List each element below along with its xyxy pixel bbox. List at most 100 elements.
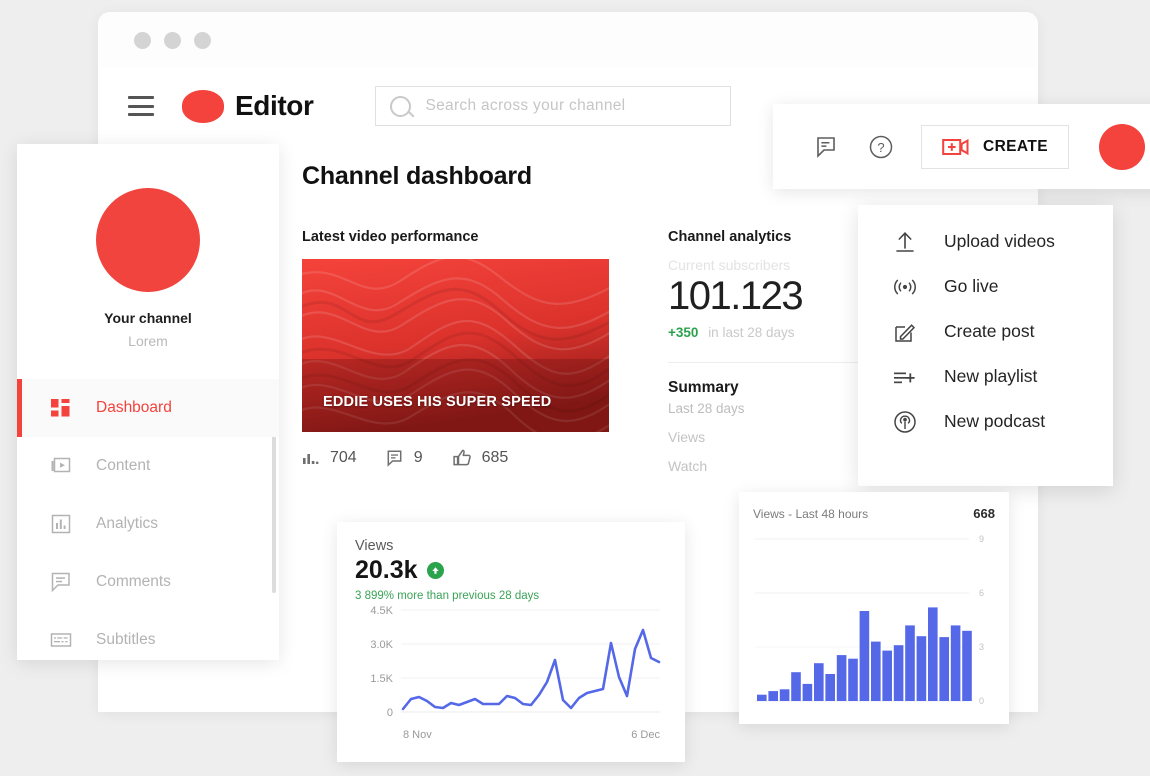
comment-icon [387,450,402,467]
header-actions-panel: ? CREATE [773,104,1150,189]
analytics-bars-icon [50,513,72,535]
svg-text:3: 3 [979,642,984,652]
sidebar-item-label: Comments [96,573,171,590]
hourly-views-bar-chart: 9 6 3 0 [755,534,984,706]
bar-chart-yticks: 9 6 3 0 [979,534,984,706]
line-chart-yticks: 4.5K 3.0K 1.5K 0 [370,605,393,719]
menu-item-label: New playlist [944,366,1038,386]
latest-video-card: Latest video performance EDDIE USES HIS … [302,229,622,474]
broadcast-icon [892,274,918,300]
feedback-icon[interactable] [813,133,841,161]
menu-item-create-post[interactable]: Create post [858,309,1113,354]
sidebar-item-dashboard[interactable]: Dashboard [17,379,279,437]
comments-bubble-icon [50,571,72,593]
content-video-icon [50,455,72,477]
latest-video-label: Latest video performance [302,229,479,245]
menu-item-go-live[interactable]: Go live [858,264,1113,309]
svg-text:6: 6 [979,588,984,598]
channel-name: Your channel [104,310,192,326]
bars-card-title: Views - Last 48 hours [753,507,869,521]
hamburger-icon[interactable] [128,96,154,116]
sidebar-item-label: Analytics [96,515,159,532]
svg-text:4.5K: 4.5K [370,605,393,617]
views-bars-icon [303,454,319,465]
svg-text:0: 0 [979,696,984,706]
window-minimize-dot[interactable] [164,31,181,49]
channel-sidebar: Your channel Lorem Dashboard Content Ana… [17,144,279,660]
sidebar-item-content[interactable]: Content [17,437,279,495]
bars-card-header: Views - Last 48 hours 668 [753,506,995,521]
bars-card-total: 668 [973,506,995,521]
svg-text:6 Dec: 6 Dec [631,729,660,741]
account-avatar[interactable] [1098,123,1145,170]
bar-chart-bars [757,607,972,701]
help-circle-icon[interactable]: ? [867,133,895,161]
dashboard-grid-icon [50,397,72,419]
menu-item-new-playlist[interactable]: New playlist [858,354,1113,399]
create-button[interactable]: CREATE [921,124,1069,169]
menu-item-upload-videos[interactable]: Upload videos [858,219,1113,264]
stat-likes: 685 [452,449,509,467]
stat-views-value: 704 [330,449,357,466]
thumbs-up-icon [452,449,471,466]
views-card-label: Views [355,538,394,554]
podcast-icon [892,409,918,435]
brand[interactable]: Editor [182,89,314,123]
thumbnail-title: EDDIE USES HIS SUPER SPEED [323,394,552,410]
line-chart-series [401,628,661,711]
channel-handle: Lorem [128,333,168,349]
svg-text:1.5K: 1.5K [370,673,393,685]
menu-item-new-podcast[interactable]: New podcast [858,399,1113,444]
menu-item-label: Upload videos [944,231,1055,251]
channel-avatar[interactable] [96,188,200,292]
sidebar-channel-header: Your channel Lorem [17,144,279,373]
line-chart-xticks: 8 Nov 6 Dec [403,729,660,741]
line-chart-gridlines [401,609,660,713]
menu-item-label: New podcast [944,411,1046,431]
search-input[interactable]: Search across your channel [375,86,732,126]
views-card-delta: 3 899% more than previous 28 days [355,590,540,602]
create-dropdown-menu: Upload videos Go live Create post New pl… [858,205,1113,486]
brand-logo-icon [182,89,224,123]
window-close-dot[interactable] [134,31,151,49]
svg-text:9: 9 [979,534,984,544]
menu-item-label: Create post [944,321,1035,341]
search-icon [390,95,412,117]
subtitles-icon [50,629,72,651]
stat-comments: 9 [387,449,423,467]
menu-item-label: Go live [944,276,999,296]
svg-text:3.0K: 3.0K [370,639,393,651]
stat-likes-value: 685 [481,449,509,466]
search-placeholder: Search across your channel [425,97,626,114]
svg-text:0: 0 [387,707,393,719]
stat-views: 704 [302,449,357,467]
subscribers-delta-value: +350 [668,325,699,340]
sidebar-item-label: Content [96,457,151,474]
upload-arrow-icon [892,229,918,255]
playlist-add-icon [892,364,918,390]
views-line-chart: 4.5K 3.0K 1.5K 0 8 Nov 6 Dec [370,605,661,741]
sidebar-item-label: Subtitles [96,631,156,648]
views-card-value: 20.3k [355,556,418,584]
views-card-value-row: 20.3k [355,556,667,585]
sidebar-item-comments[interactable]: Comments [17,553,279,611]
browser-titlebar [98,12,1038,68]
svg-text:8 Nov: 8 Nov [403,729,432,741]
video-plus-icon [942,138,969,155]
hourly-views-card: Views - Last 48 hours 668 9 6 3 0 [739,492,1009,724]
pencil-square-icon [892,319,918,345]
views-chart-card: Views 20.3k 3 899% more than previous 28… [337,522,685,762]
sidebar-item-analytics[interactable]: Analytics [17,495,279,553]
window-maximize-dot[interactable] [194,31,211,49]
brand-name: Editor [235,90,314,121]
create-button-label: CREATE [983,137,1048,155]
screenshot-root: Editor Search across your channel Channe… [0,0,1150,776]
sidebar-item-subtitles[interactable]: Subtitles [17,611,279,660]
sidebar-nav: Dashboard Content Analytics Comments Sub… [17,379,279,660]
stat-comments-value: 9 [413,449,423,466]
video-stats-row: 704 9 685 [302,449,622,467]
video-thumbnail[interactable]: EDDIE USES HIS SUPER SPEED [302,259,609,432]
subscribers-delta-period: in last 28 days [708,325,795,340]
sidebar-item-label: Dashboard [96,399,172,416]
trend-up-icon [426,562,444,579]
